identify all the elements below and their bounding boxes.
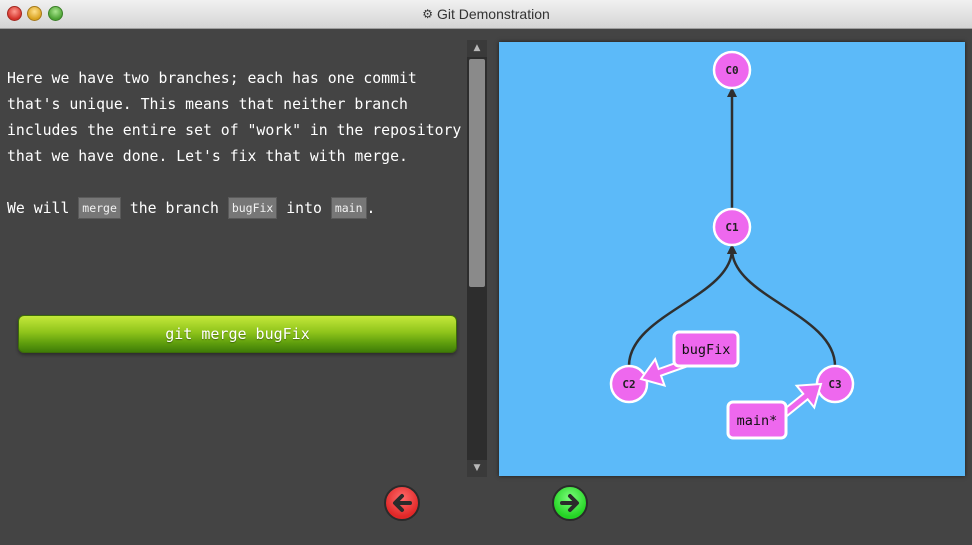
instructions-scrollbar[interactable]: ▲ ▼ (467, 40, 487, 477)
merge-keyword: merge (78, 197, 121, 219)
branch-label-bugfix: bugFix (682, 342, 731, 358)
instructions-paragraph: Here we have two branches; each has one … (7, 70, 462, 165)
branch-label-main: main* (737, 413, 778, 429)
git-merge-command-button[interactable]: git merge bugFix (18, 315, 457, 353)
git-graph-svg: C0 C1 C2 C3 bugFix main* (609, 50, 855, 440)
instructions-panel: Here we have two branches; each has one … (7, 66, 462, 248)
previous-step-button[interactable] (384, 485, 420, 521)
commit-label: C2 (622, 378, 635, 391)
next-step-button[interactable] (552, 485, 588, 521)
scroll-thumb[interactable] (469, 59, 485, 287)
bugfix-keyword: bugFix (227, 197, 278, 219)
window-titlebar: ⚙ Git Demonstration (0, 0, 972, 29)
commit-label: C1 (725, 221, 739, 234)
right-arrow-icon (560, 494, 579, 512)
gear-icon: ⚙ (422, 7, 433, 21)
window-title: Git Demonstration (436, 6, 550, 22)
commit-label: C0 (725, 64, 738, 77)
left-arrow-icon (393, 494, 412, 512)
git-graph-canvas: C0 C1 C2 C3 bugFix main* (499, 42, 965, 476)
commit-edge-C3-C1 (727, 244, 837, 367)
instructions-merge-line: We will merge the branch bugFix into mai… (7, 196, 462, 222)
scroll-up-arrow-icon[interactable]: ▲ (467, 40, 487, 57)
commit-label: C3 (828, 378, 841, 391)
scroll-down-arrow-icon[interactable]: ▼ (467, 460, 487, 477)
main-keyword: main (330, 197, 367, 219)
